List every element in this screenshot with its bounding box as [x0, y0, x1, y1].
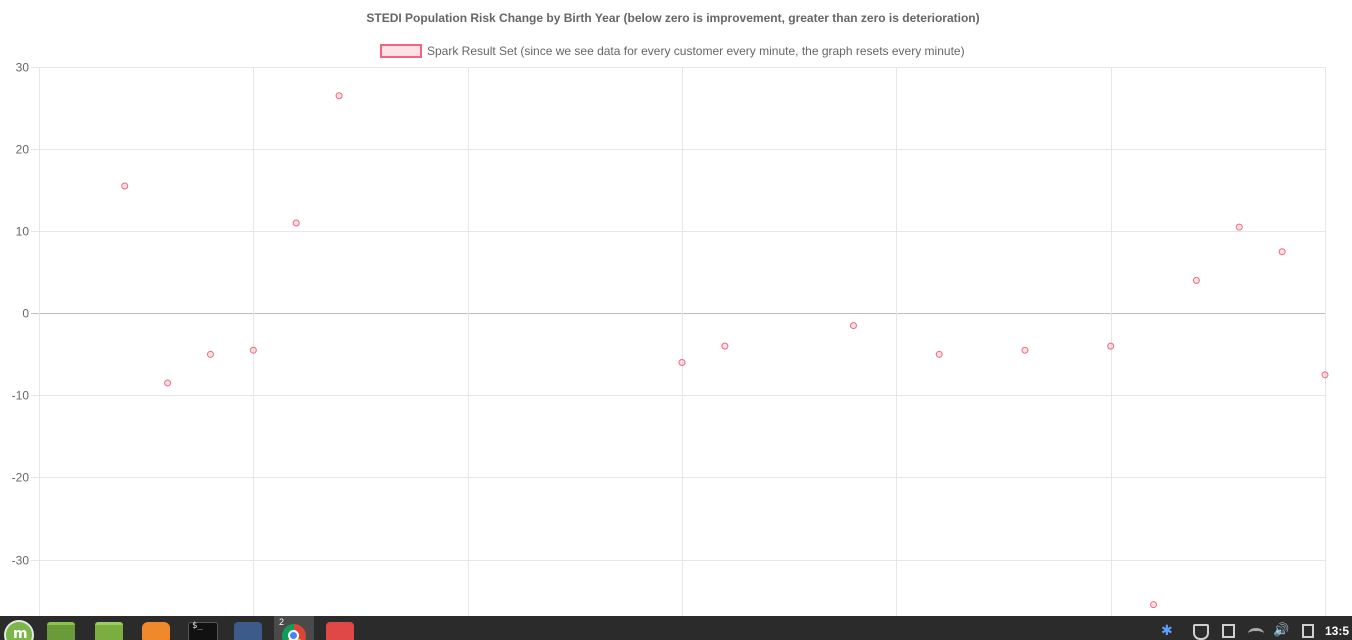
grid-layer — [31, 67, 1326, 616]
clock[interactable]: 13:5 — [1325, 624, 1349, 638]
battery-icon[interactable] — [1302, 624, 1314, 638]
scatter-plot: 30 20 10 0 -10 -20 -30 — [12, 61, 1329, 616]
terminal-icon[interactable]: $_ — [188, 621, 218, 640]
file-manager-icon[interactable] — [95, 622, 123, 640]
data-point[interactable] — [935, 350, 943, 358]
terminal-glyph: $_ — [192, 621, 203, 631]
y-tick-label: 10 — [16, 225, 30, 239]
data-point[interactable] — [206, 350, 214, 358]
screenshot-tool-icon[interactable] — [234, 622, 262, 640]
y-tick-label: -30 — [12, 554, 30, 568]
show-desktop-icon[interactable] — [47, 622, 75, 640]
image-viewer-icon[interactable] — [326, 622, 354, 640]
data-point[interactable] — [1150, 601, 1158, 609]
data-point[interactable] — [164, 379, 172, 387]
y-tick-label: -10 — [12, 389, 30, 403]
linux-mint-menu-icon[interactable]: m — [4, 620, 34, 640]
volume-icon[interactable]: 🔊 — [1273, 622, 1289, 638]
firefox-icon[interactable] — [142, 622, 170, 640]
chrome-icon-center — [288, 630, 299, 640]
data-point[interactable] — [678, 359, 686, 367]
data-point[interactable] — [1321, 371, 1329, 379]
y-tick-label: 20 — [16, 143, 30, 157]
network-wifi-icon[interactable] — [1248, 628, 1264, 639]
data-point[interactable] — [121, 182, 129, 190]
data-point[interactable] — [721, 342, 729, 350]
data-point[interactable] — [1278, 248, 1286, 256]
data-point[interactable] — [1192, 276, 1200, 284]
y-axis-ticks: 30 20 10 0 -10 -20 -30 — [12, 61, 30, 568]
chrome-window-count: 2 — [279, 617, 285, 627]
data-point[interactable] — [1107, 342, 1115, 350]
data-points — [121, 92, 1329, 609]
y-tick-label: -20 — [12, 471, 30, 485]
data-point[interactable] — [1235, 223, 1243, 231]
data-point[interactable] — [292, 219, 300, 227]
bluetooth-icon[interactable]: ✱ — [1161, 622, 1175, 638]
y-tick-label: 0 — [22, 307, 29, 321]
data-point[interactable] — [249, 346, 257, 354]
chrome-taskbar-button[interactable]: 2 — [274, 616, 314, 640]
taskbar: m $_ 2 ✱ 🔊 13:5 — [0, 616, 1352, 640]
data-point[interactable] — [849, 322, 857, 330]
clipboard-icon[interactable] — [1222, 624, 1235, 638]
data-point[interactable] — [335, 92, 343, 100]
update-manager-shield-icon[interactable] — [1193, 624, 1209, 640]
data-point[interactable] — [1021, 346, 1029, 354]
y-tick-label: 30 — [16, 61, 30, 75]
